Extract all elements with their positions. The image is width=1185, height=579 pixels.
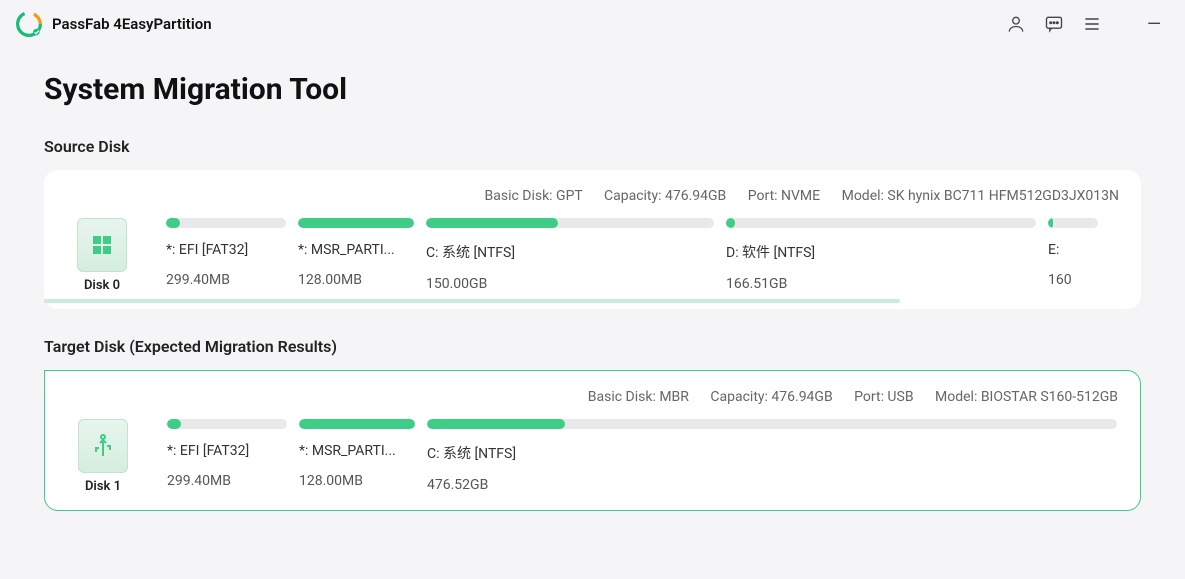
source-scrollbar[interactable] [44, 299, 900, 303]
partition-bar [298, 218, 414, 228]
app-logo-icon [16, 11, 42, 37]
title-right: — [1005, 13, 1169, 35]
capacity-label: Capacity: 476.94GB [710, 389, 832, 405]
model-label: Model: SK hynix BC711 HFM512GD3JX013N [842, 188, 1119, 204]
minimize-button[interactable]: — [1139, 14, 1169, 35]
partition[interactable]: D: 软件 [NTFS] 166.51GB [726, 218, 1036, 292]
partition-name: *: EFI [FAT32] [167, 443, 287, 459]
menu-icon[interactable] [1081, 13, 1103, 35]
disk-type-label: Basic Disk: GPT [485, 188, 583, 204]
partition-name: D: 软件 [NTFS] [726, 242, 1036, 262]
partition-bar [167, 419, 287, 429]
partition-name: *: EFI [FAT32] [166, 242, 286, 258]
source-disk-icon-wrap: Disk 0 [66, 218, 138, 293]
partition-size: 476.52GB [427, 477, 1117, 493]
source-section-title: Source Disk [44, 137, 1141, 156]
partition-bar [426, 218, 714, 228]
target-disk-body: Disk 1 *: EFI [FAT32] 299.40MB *: MSR_PART… [67, 419, 1118, 494]
source-disk-label: Disk 0 [84, 278, 120, 293]
page-title: System Migration Tool [44, 72, 1141, 107]
title-left: PassFab 4EasyPartition [16, 11, 212, 37]
source-disk-body: Disk 0 *: EFI [FAT32] 299.40MB *: MSR_PART… [66, 218, 1119, 293]
partition-name: *: MSR_PARTI... [299, 443, 415, 459]
titlebar: PassFab 4EasyPartition — [0, 0, 1185, 48]
partition[interactable]: C: 系统 [NTFS] 476.52GB [427, 419, 1117, 493]
partition[interactable]: *: EFI [FAT32] 299.40MB [167, 419, 287, 493]
app-name: PassFab 4EasyPartition [52, 15, 212, 33]
partition-bar [299, 419, 415, 429]
partition-size: 166.51GB [726, 276, 1036, 292]
partition-name: *: MSR_PARTI... [298, 242, 414, 258]
partition-bar [726, 218, 1036, 228]
user-icon[interactable] [1005, 13, 1027, 35]
content: System Migration Tool Source Disk Basic … [0, 48, 1185, 511]
partition-size: 299.40MB [167, 473, 287, 489]
port-label: Port: NVME [748, 188, 820, 204]
partition-size: 128.00MB [299, 473, 415, 489]
disk-type-label: Basic Disk: MBR [588, 389, 689, 405]
partition-size: 128.00MB [298, 272, 414, 288]
usb-disk-icon [78, 419, 128, 473]
target-partitions: *: EFI [FAT32] 299.40MB *: MSR_PARTI... 128… [167, 419, 1118, 493]
partition-bar [166, 218, 286, 228]
target-disk-icon-wrap: Disk 1 [67, 419, 139, 494]
target-section-title: Target Disk (Expected Migration Results) [44, 337, 1141, 356]
partition-size: 160 [1048, 272, 1098, 288]
target-disk-label: Disk 1 [85, 479, 121, 494]
source-partitions: *: EFI [FAT32] 299.40MB *: MSR_PARTI... 128… [166, 218, 1119, 292]
partition-name: E: [1048, 242, 1098, 258]
partition-bar [1048, 218, 1098, 228]
source-disk-card: Basic Disk: GPT Capacity: 476.94GB Port:… [44, 170, 1141, 309]
partition-name: C: 系统 [NTFS] [427, 443, 1117, 463]
target-disk-card[interactable]: Basic Disk: MBR Capacity: 476.94GB Port:… [44, 370, 1141, 511]
target-disk-meta: Basic Disk: MBR Capacity: 476.94GB Port:… [67, 389, 1118, 405]
partition-size: 299.40MB [166, 272, 286, 288]
partition-name: C: 系统 [NTFS] [426, 242, 714, 262]
model-label: Model: BIOSTAR S160-512GB [935, 389, 1118, 405]
partition[interactable]: *: EFI [FAT32] 299.40MB [166, 218, 286, 292]
partition-size: 150.00GB [426, 276, 714, 292]
feedback-icon[interactable] [1043, 13, 1065, 35]
source-disk-meta: Basic Disk: GPT Capacity: 476.94GB Port:… [66, 188, 1119, 204]
partition[interactable]: *: MSR_PARTI... 128.00MB [299, 419, 415, 493]
windows-disk-icon [77, 218, 127, 272]
capacity-label: Capacity: 476.94GB [604, 188, 726, 204]
partition[interactable]: C: 系统 [NTFS] 150.00GB [426, 218, 714, 292]
partition[interactable]: *: MSR_PARTI... 128.00MB [298, 218, 414, 292]
partition-bar [427, 419, 1117, 429]
port-label: Port: USB [854, 389, 913, 405]
partition[interactable]: E: 160 [1048, 218, 1098, 292]
